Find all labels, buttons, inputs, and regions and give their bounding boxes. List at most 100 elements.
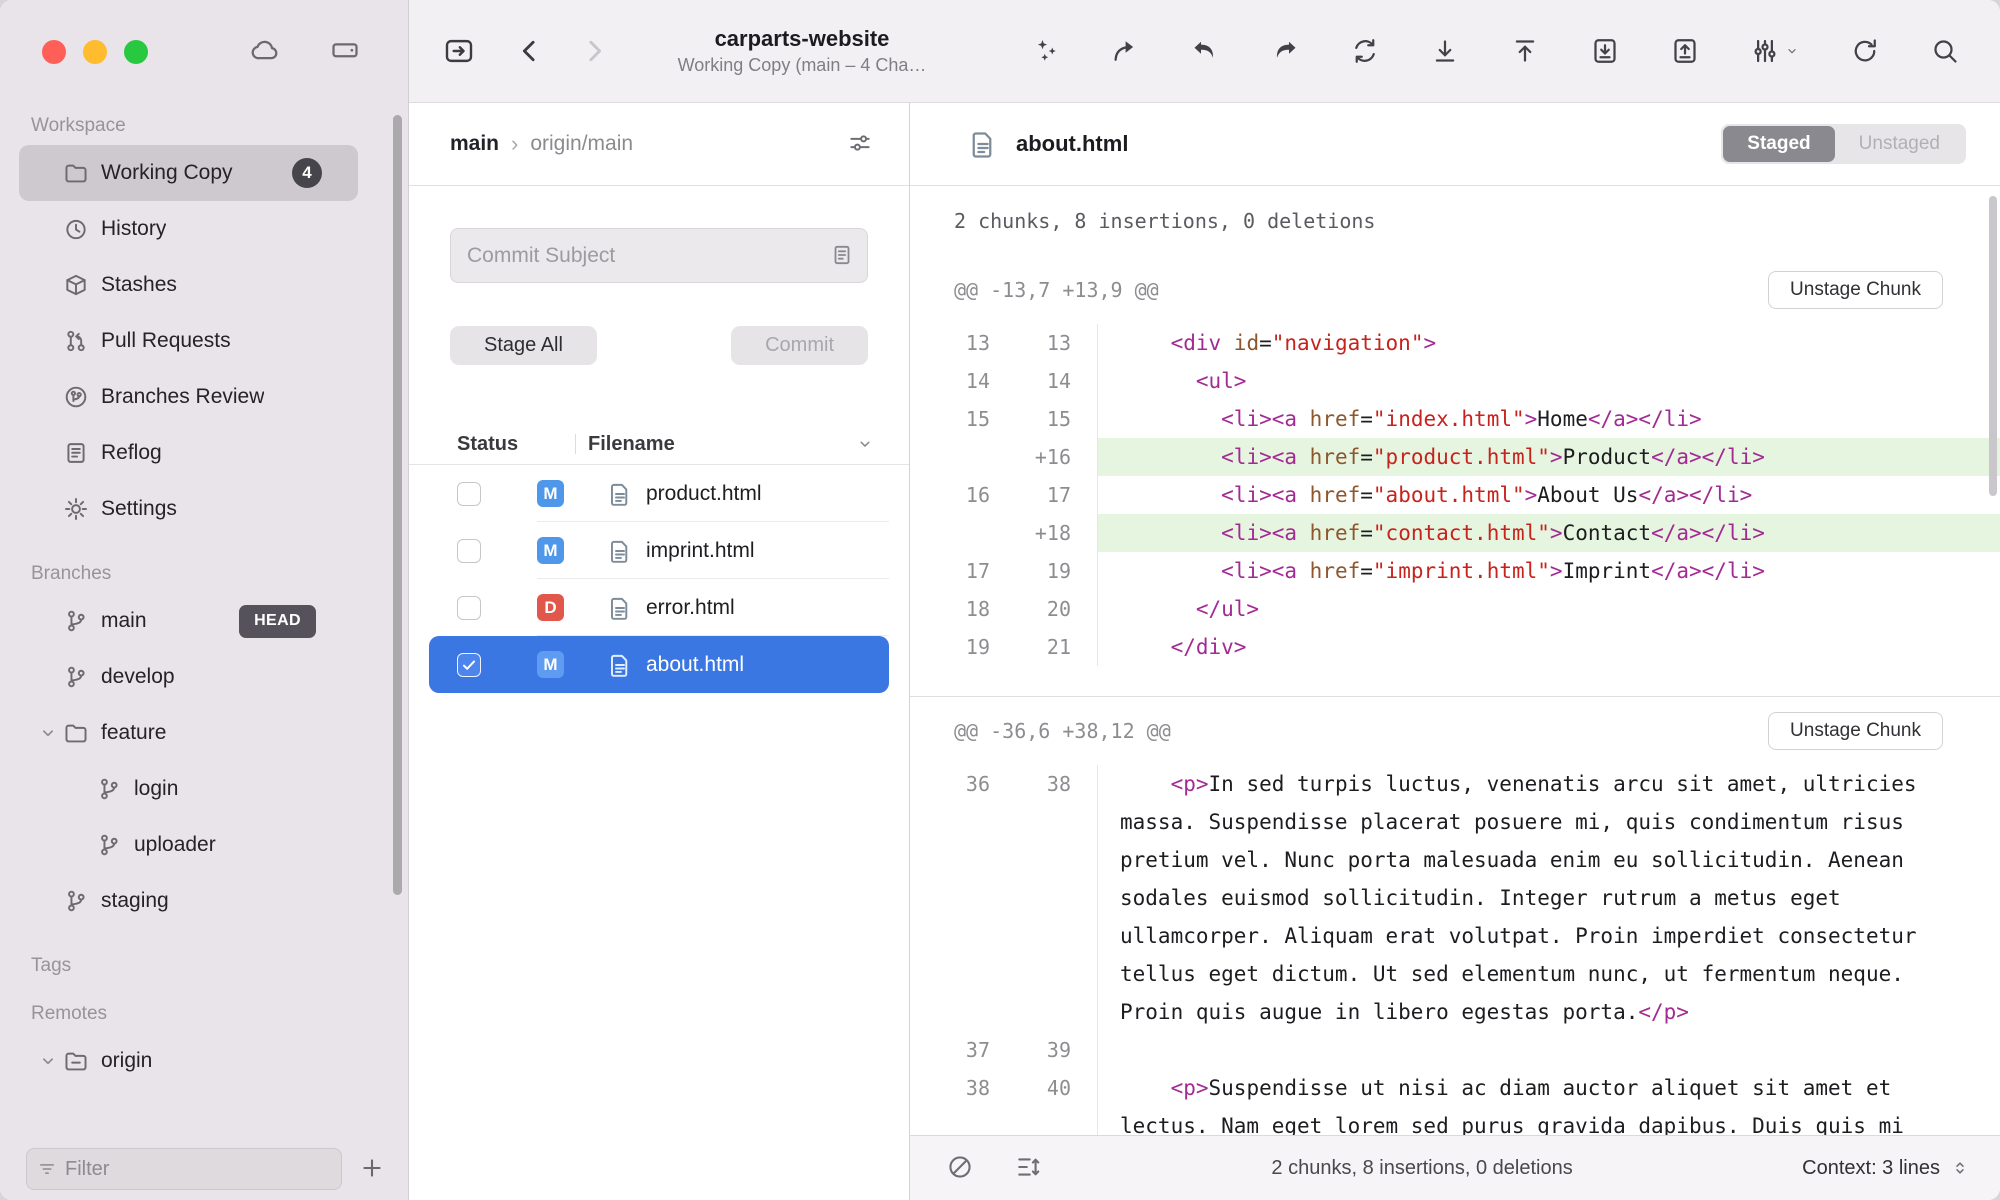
chunk-header: @@ -13,7 +13,9 @@	[954, 278, 1159, 302]
commit-template-icon[interactable]	[830, 243, 854, 267]
sidebar-item-develop[interactable]: develop	[19, 649, 358, 705]
branch-icon	[96, 832, 122, 858]
line-spacing-button[interactable]	[1014, 1153, 1042, 1184]
code-line: <ul>	[1098, 362, 1928, 400]
file-name: product.html	[646, 482, 762, 506]
stage-all-button[interactable]: Stage All	[450, 326, 597, 365]
breadcrumb-branch[interactable]: main	[450, 132, 499, 156]
file-row-error.html[interactable]: Derror.html	[429, 579, 889, 636]
sidebar-item-stashes[interactable]: Stashes	[19, 257, 358, 313]
sort-chevron-icon[interactable]	[855, 434, 875, 454]
diff-line: 1719 <li><a href="imprint.html">Imprint<…	[910, 552, 2000, 590]
changes-view-options-button[interactable]	[847, 130, 873, 159]
code-line: <li><a href="product.html">Product</a></…	[1098, 438, 1928, 476]
stage-checkbox[interactable]	[457, 596, 481, 620]
unstage-chunk-button[interactable]: Unstage Chunk	[1768, 271, 1943, 309]
sidebar-item-origin[interactable]: origin	[19, 1033, 358, 1089]
line-number-old: 15	[910, 400, 990, 438]
line-number-new: 19	[990, 552, 1085, 590]
close-button[interactable]	[42, 40, 66, 64]
breadcrumb-upstream[interactable]: origin/main	[530, 132, 633, 156]
stage-checkbox[interactable]	[457, 653, 481, 677]
ignore-whitespace-button[interactable]	[946, 1153, 974, 1184]
sidebar-item-branches-review[interactable]: Branches Review	[19, 369, 358, 425]
branch-icon	[63, 608, 89, 634]
push-button[interactable]	[1510, 36, 1540, 66]
sidebar-section-label: Remotes	[31, 1003, 408, 1025]
sidebar-item-login[interactable]: login	[19, 761, 358, 817]
sidebar-item-feature[interactable]: feature	[19, 705, 358, 761]
unstage-chunk-button[interactable]: Unstage Chunk	[1768, 712, 1943, 750]
tune-icon	[847, 130, 873, 156]
sidebar-item-history[interactable]: History	[19, 201, 358, 257]
add-repository-button[interactable]	[358, 1154, 386, 1185]
context-lines-control[interactable]: Context: 3 lines	[1802, 1157, 1970, 1180]
diff-chunk: @@ -13,7 +13,9 @@ Unstage Chunk 1313 <div …	[910, 256, 2000, 696]
column-status[interactable]: Status	[457, 433, 575, 456]
view-options-button[interactable]	[1750, 36, 1800, 66]
open-repository-button[interactable]	[443, 35, 475, 67]
breadcrumb-separator: ›	[511, 131, 518, 157]
diff-line: 3840 <p>Suspendisse ut nisi ac diam auct…	[910, 1069, 2000, 1145]
refresh-button[interactable]	[1850, 36, 1880, 66]
pull-button[interactable]	[1430, 36, 1460, 66]
filter-field[interactable]	[26, 1148, 342, 1190]
cloud-accounts-button[interactable]	[250, 35, 280, 68]
line-number-old: 37	[910, 1031, 990, 1069]
file-row-product.html[interactable]: Mproduct.html	[429, 465, 889, 522]
checkout-button[interactable]	[1110, 36, 1140, 66]
line-number-new: 21	[990, 628, 1085, 666]
code-line: <div id="navigation">	[1098, 324, 1928, 362]
sidebar-section-label: Branches	[31, 563, 408, 585]
sidebar: WorkspaceWorking Copy4HistoryStashesPull…	[0, 0, 409, 1200]
line-number-old: 13	[910, 324, 990, 362]
diff-scrollbar[interactable]	[1989, 196, 1997, 496]
head-badge: HEAD	[239, 605, 316, 638]
check-icon	[460, 656, 478, 674]
sidebar-scrollbar[interactable]	[393, 115, 402, 895]
sync-button[interactable]	[1350, 36, 1380, 66]
toolbar: carparts-website Working Copy (main – 4 …	[409, 0, 2000, 103]
line-number-old: 16	[910, 476, 990, 514]
sidebar-item-main[interactable]: mainHEAD	[19, 593, 358, 649]
line-number-old: 38	[910, 1069, 990, 1107]
back-button[interactable]	[515, 36, 545, 66]
file-row-imprint.html[interactable]: Mimprint.html	[429, 522, 889, 579]
diff-line: 1313 <div id="navigation">	[910, 324, 2000, 362]
line-number-old: 36	[910, 765, 990, 803]
stepper-icon	[1950, 1158, 1970, 1178]
search-button[interactable]	[1930, 36, 1960, 66]
stage-checkbox[interactable]	[457, 539, 481, 563]
wand-button[interactable]	[1030, 36, 1060, 66]
window-title: carparts-website Working Copy (main – 4 …	[667, 26, 937, 76]
file-row-about.html[interactable]: Mabout.html	[429, 636, 889, 693]
stash-save-button[interactable]	[1590, 36, 1620, 66]
file-name: about.html	[646, 653, 744, 677]
commit-subject-input[interactable]	[450, 228, 868, 283]
tab-staged[interactable]: Staged	[1723, 126, 1834, 162]
stage-checkbox[interactable]	[457, 482, 481, 506]
sidebar-item-settings[interactable]: Settings	[19, 481, 358, 537]
line-number-new: +18	[990, 514, 1085, 552]
undo-button[interactable]	[1190, 36, 1220, 66]
branch-icon	[63, 888, 89, 914]
zoom-button[interactable]	[124, 40, 148, 64]
sidebar-item-label: develop	[101, 665, 175, 689]
forward-button[interactable]	[579, 36, 609, 66]
stash-pop-button[interactable]	[1670, 36, 1700, 66]
line-number-new: 39	[990, 1031, 1085, 1069]
filter-input[interactable]	[65, 1158, 331, 1181]
diff-chunk: @@ -36,6 +38,12 @@Unstage Chunk3638 <p>I…	[910, 696, 2000, 1145]
redo-button[interactable]	[1270, 36, 1300, 66]
column-filename[interactable]: Filename	[588, 433, 675, 456]
sidebar-item-pull-requests[interactable]: Pull Requests	[19, 313, 358, 369]
sidebar-item-reflog[interactable]: Reflog	[19, 425, 358, 481]
local-repositories-button[interactable]	[330, 35, 360, 68]
sidebar-item-staging[interactable]: staging	[19, 873, 358, 929]
minimize-button[interactable]	[83, 40, 107, 64]
tab-unstaged[interactable]: Unstaged	[1835, 126, 1964, 162]
sidebar-item-label: login	[134, 777, 178, 801]
commit-button[interactable]: Commit	[731, 326, 868, 365]
sidebar-item-working-copy[interactable]: Working Copy4	[19, 145, 358, 201]
sidebar-item-uploader[interactable]: uploader	[19, 817, 358, 873]
